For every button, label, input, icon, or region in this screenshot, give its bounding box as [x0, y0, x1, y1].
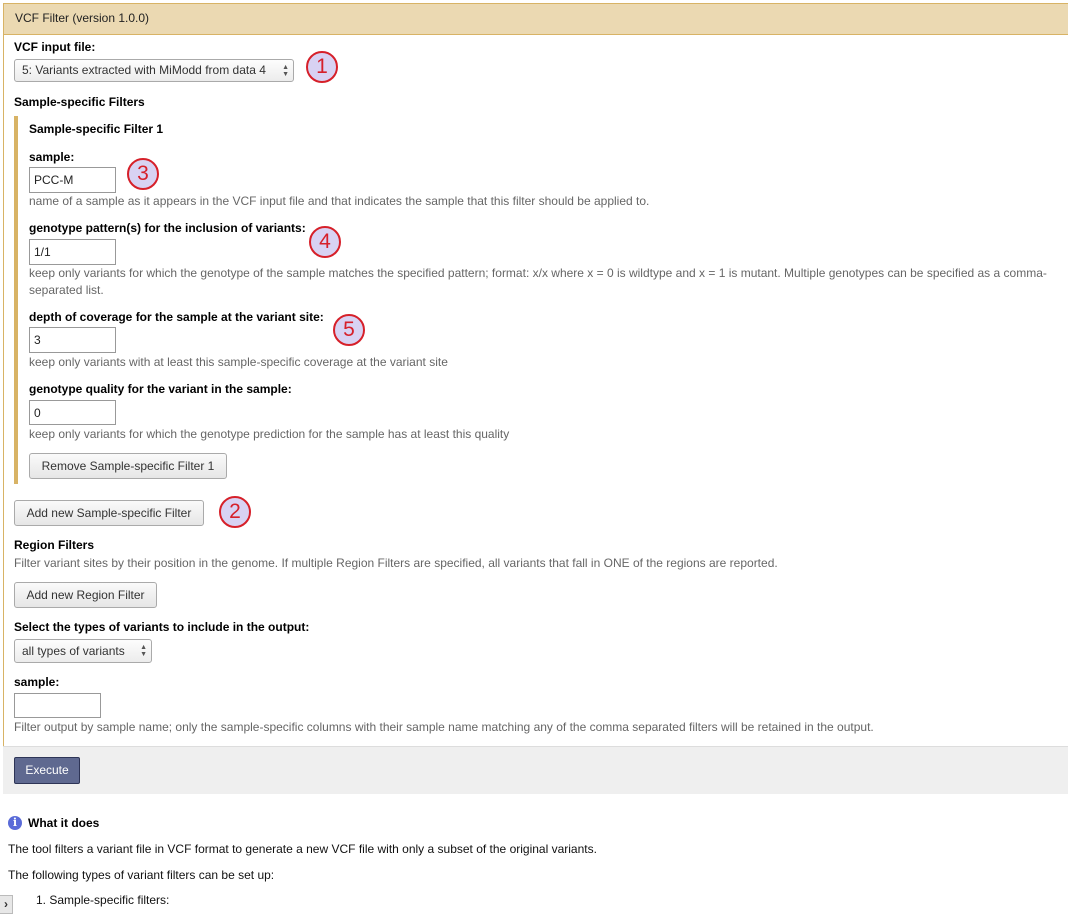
sample-label: sample: — [29, 150, 75, 164]
output-sample-label: sample: — [14, 675, 60, 689]
info-icon: i — [8, 816, 22, 830]
updown-arrows-icon: ▲ ▼ — [140, 644, 147, 658]
sample-filters-heading: Sample-specific Filters — [14, 95, 145, 109]
variant-types-selected: all types of variants — [22, 644, 125, 658]
gq-label: genotype quality for the variant in the … — [29, 382, 292, 396]
vcf-input-selected: 5: Variants extracted with MiModd from d… — [22, 63, 266, 77]
genotype-input[interactable] — [29, 239, 116, 265]
tool-title: VCF Filter (version 1.0.0) — [4, 4, 1068, 35]
gq-input[interactable] — [29, 400, 116, 425]
help-heading: What it does — [28, 816, 100, 830]
variant-types-label: Select the types of variants to include … — [14, 620, 310, 634]
callout-1: 1 — [306, 51, 338, 83]
callout-3: 3 — [127, 158, 159, 190]
sample-help: name of a sample as it appears in the VC… — [29, 194, 650, 208]
vcf-input-select[interactable]: 5: Variants extracted with MiModd from d… — [14, 59, 294, 82]
form-footer — [3, 746, 1068, 794]
sample-filter-1-title: Sample-specific Filter 1 — [29, 122, 164, 136]
callout-2: 2 — [219, 496, 251, 528]
add-sample-filter-button[interactable]: Add new Sample-specific Filter — [14, 500, 204, 526]
genotype-help: keep only variants for which the genotyp… — [29, 266, 1047, 297]
help-list-item-1: 1. Sample-specific filters: — [36, 893, 170, 907]
help-paragraph-2: The following types of variant filters c… — [8, 868, 275, 882]
callout-4: 4 — [309, 226, 341, 258]
add-region-filter-button[interactable]: Add new Region Filter — [14, 582, 157, 608]
output-sample-input[interactable] — [14, 693, 101, 718]
genotype-label: genotype pattern(s) for the inclusion of… — [29, 221, 306, 235]
chevron-right-icon[interactable]: › — [0, 895, 13, 914]
region-filters-heading: Region Filters — [14, 538, 95, 552]
variant-types-select[interactable]: all types of variants ▲ ▼ — [14, 639, 152, 663]
vcf-input-label: VCF input file: — [14, 40, 96, 54]
remove-sample-filter-button[interactable]: Remove Sample-specific Filter 1 — [29, 453, 227, 479]
depth-help: keep only variants with at least this sa… — [29, 355, 448, 369]
repeat-accent-bar — [14, 116, 18, 484]
execute-button[interactable]: Execute — [14, 757, 80, 784]
sample-input[interactable] — [29, 167, 116, 193]
depth-label: depth of coverage for the sample at the … — [29, 310, 324, 324]
output-sample-help: Filter output by sample name; only the s… — [14, 720, 874, 734]
callout-5: 5 — [333, 314, 365, 346]
help-paragraph-1: The tool filters a variant file in VCF f… — [8, 842, 597, 856]
gq-help: keep only variants for which the genotyp… — [29, 427, 510, 441]
region-filters-help: Filter variant sites by their position i… — [14, 556, 778, 570]
depth-input[interactable] — [29, 327, 116, 353]
updown-arrows-icon: ▲ ▼ — [282, 63, 289, 78]
